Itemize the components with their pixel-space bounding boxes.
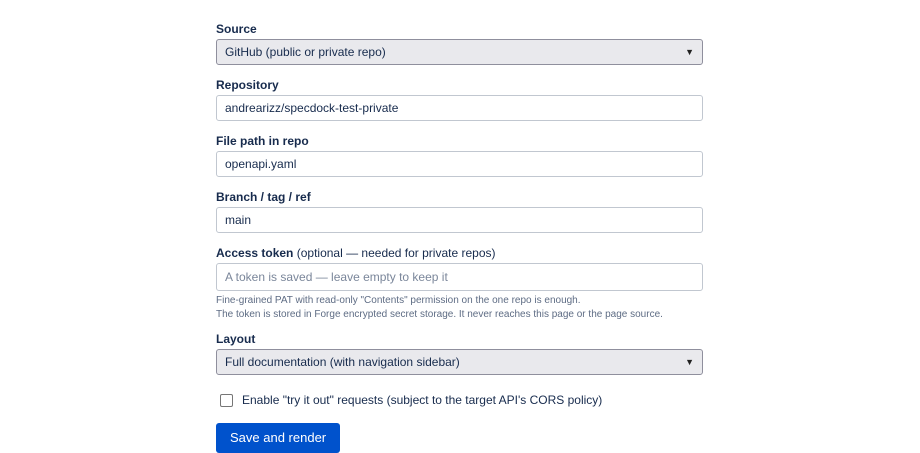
settings-form: Source GitHub (public or private repo) ▼… [216, 22, 703, 453]
access-token-input[interactable]: A token is saved — leave empty to keep i… [216, 263, 703, 291]
source-select[interactable]: GitHub (public or private repo) ▼ [216, 39, 703, 65]
file-path-group: File path in repo openapi.yaml [216, 134, 703, 177]
access-token-label: Access token (optional — needed for priv… [216, 246, 496, 260]
repository-input[interactable]: andrearizz/specdock-test-private [216, 95, 703, 121]
layout-select-value: Full documentation (with navigation side… [225, 355, 460, 369]
layout-group: Layout Full documentation (with navigati… [216, 332, 703, 375]
layout-select[interactable]: Full documentation (with navigation side… [216, 349, 703, 375]
file-path-input[interactable]: openapi.yaml [216, 151, 703, 177]
branch-label: Branch / tag / ref [216, 190, 311, 204]
source-group: Source GitHub (public or private repo) ▼ [216, 22, 703, 65]
source-select-value: GitHub (public or private repo) [225, 45, 386, 59]
branch-group: Branch / tag / ref main [216, 190, 703, 233]
access-token-help-line-1: Fine-grained PAT with read-only "Content… [216, 295, 581, 306]
chevron-down-icon: ▼ [685, 357, 694, 367]
access-token-placeholder: A token is saved — leave empty to keep i… [225, 270, 448, 284]
repository-input-value: andrearizz/specdock-test-private [225, 101, 399, 115]
source-label: Source [216, 22, 257, 36]
repository-group: Repository andrearizz/specdock-test-priv… [216, 78, 703, 121]
file-path-input-value: openapi.yaml [225, 157, 297, 171]
branch-input[interactable]: main [216, 207, 703, 233]
try-it-out-checkbox[interactable] [220, 393, 233, 407]
access-token-optional-note: (optional — needed for private repos) [296, 246, 496, 260]
file-path-label: File path in repo [216, 134, 309, 148]
access-token-group: Access token (optional — needed for priv… [216, 246, 703, 322]
try-it-out-label[interactable]: Enable "try it out" requests (subject to… [242, 393, 602, 407]
repository-label: Repository [216, 78, 279, 92]
access-token-help-line-2: The token is stored in Forge encrypted s… [216, 309, 663, 320]
access-token-help: Fine-grained PAT with read-only "Content… [216, 294, 703, 322]
chevron-down-icon: ▼ [685, 47, 694, 57]
try-it-out-row: Enable "try it out" requests (subject to… [220, 393, 703, 407]
layout-label: Layout [216, 332, 256, 346]
branch-input-value: main [225, 213, 252, 227]
save-and-render-button[interactable]: Save and render [216, 423, 341, 453]
